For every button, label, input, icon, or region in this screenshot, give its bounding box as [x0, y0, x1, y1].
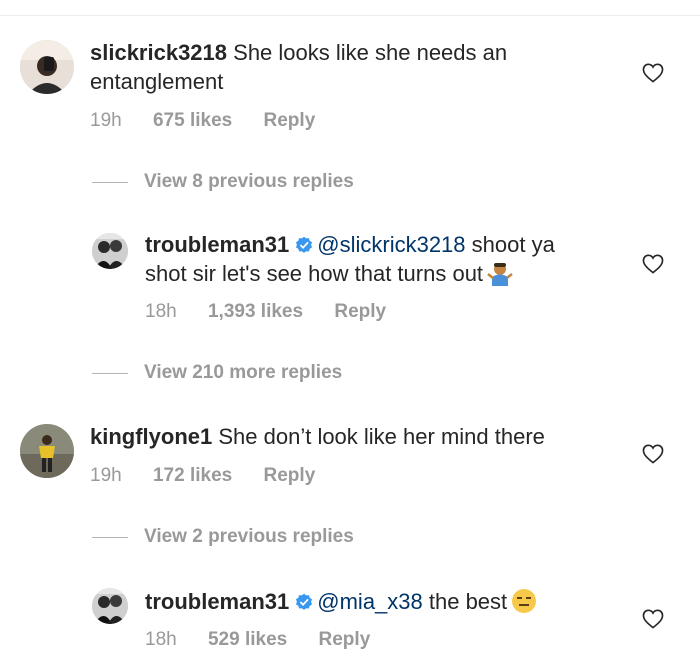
view-more-replies[interactable]: View 210 more replies: [92, 362, 492, 386]
comment-text-continued: shot sir let's see how that turns out: [145, 261, 484, 286]
comment-text: shoot ya: [465, 232, 555, 257]
comment-text: She looks like she needs an: [227, 40, 508, 65]
comment-username[interactable]: kingflyone1: [90, 424, 212, 449]
reply-button[interactable]: Reply: [319, 629, 371, 650]
reply-button[interactable]: Reply: [264, 110, 316, 131]
likes-count[interactable]: 1,393 likes: [208, 301, 303, 322]
heart-icon[interactable]: [642, 254, 664, 274]
heart-icon[interactable]: [642, 444, 664, 464]
mention-link[interactable]: @slickrick3218: [317, 232, 465, 257]
reply-button[interactable]: Reply: [334, 301, 386, 322]
view-previous-replies[interactable]: View 8 previous replies: [92, 171, 492, 195]
comment-username[interactable]: troubleman31: [145, 589, 289, 614]
avatar[interactable]: [20, 424, 74, 478]
likes-count[interactable]: 675 likes: [153, 110, 232, 131]
comment-time: 18h: [145, 629, 177, 650]
view-previous-replies[interactable]: View 2 previous replies: [92, 526, 492, 550]
view-replies-label[interactable]: View 210 more replies: [144, 362, 342, 384]
comment-time: 19h: [90, 465, 122, 486]
comment-username[interactable]: troubleman31: [145, 232, 289, 257]
reply-button[interactable]: Reply: [264, 465, 316, 486]
comment-time: 19h: [90, 110, 122, 131]
avatar[interactable]: [92, 588, 128, 624]
verified-badge-icon: [296, 593, 313, 610]
comment-text: She don’t look like her mind there: [212, 424, 545, 449]
comment-text-continued: entanglement: [90, 69, 224, 94]
top-divider: [0, 15, 700, 16]
view-replies-label[interactable]: View 2 previous replies: [144, 526, 354, 548]
likes-count[interactable]: 172 likes: [153, 465, 232, 486]
thread-rule: [92, 373, 128, 374]
view-replies-label[interactable]: View 8 previous replies: [144, 171, 354, 193]
thread-rule: [92, 182, 128, 183]
heart-icon[interactable]: [642, 63, 664, 83]
heart-icon[interactable]: [642, 609, 664, 629]
likes-count[interactable]: 529 likes: [208, 629, 287, 650]
comment-username[interactable]: slickrick3218: [90, 40, 227, 65]
shrug-emoji: [487, 263, 513, 286]
thread-rule: [92, 537, 128, 538]
mention-link[interactable]: @mia_x38: [317, 589, 423, 614]
verified-badge-icon: [296, 236, 313, 253]
expressionless-emoji: [512, 589, 537, 613]
comment-text: the best: [422, 589, 508, 614]
comment-time: 18h: [145, 301, 177, 322]
avatar[interactable]: [92, 233, 128, 269]
avatar[interactable]: [20, 40, 74, 94]
